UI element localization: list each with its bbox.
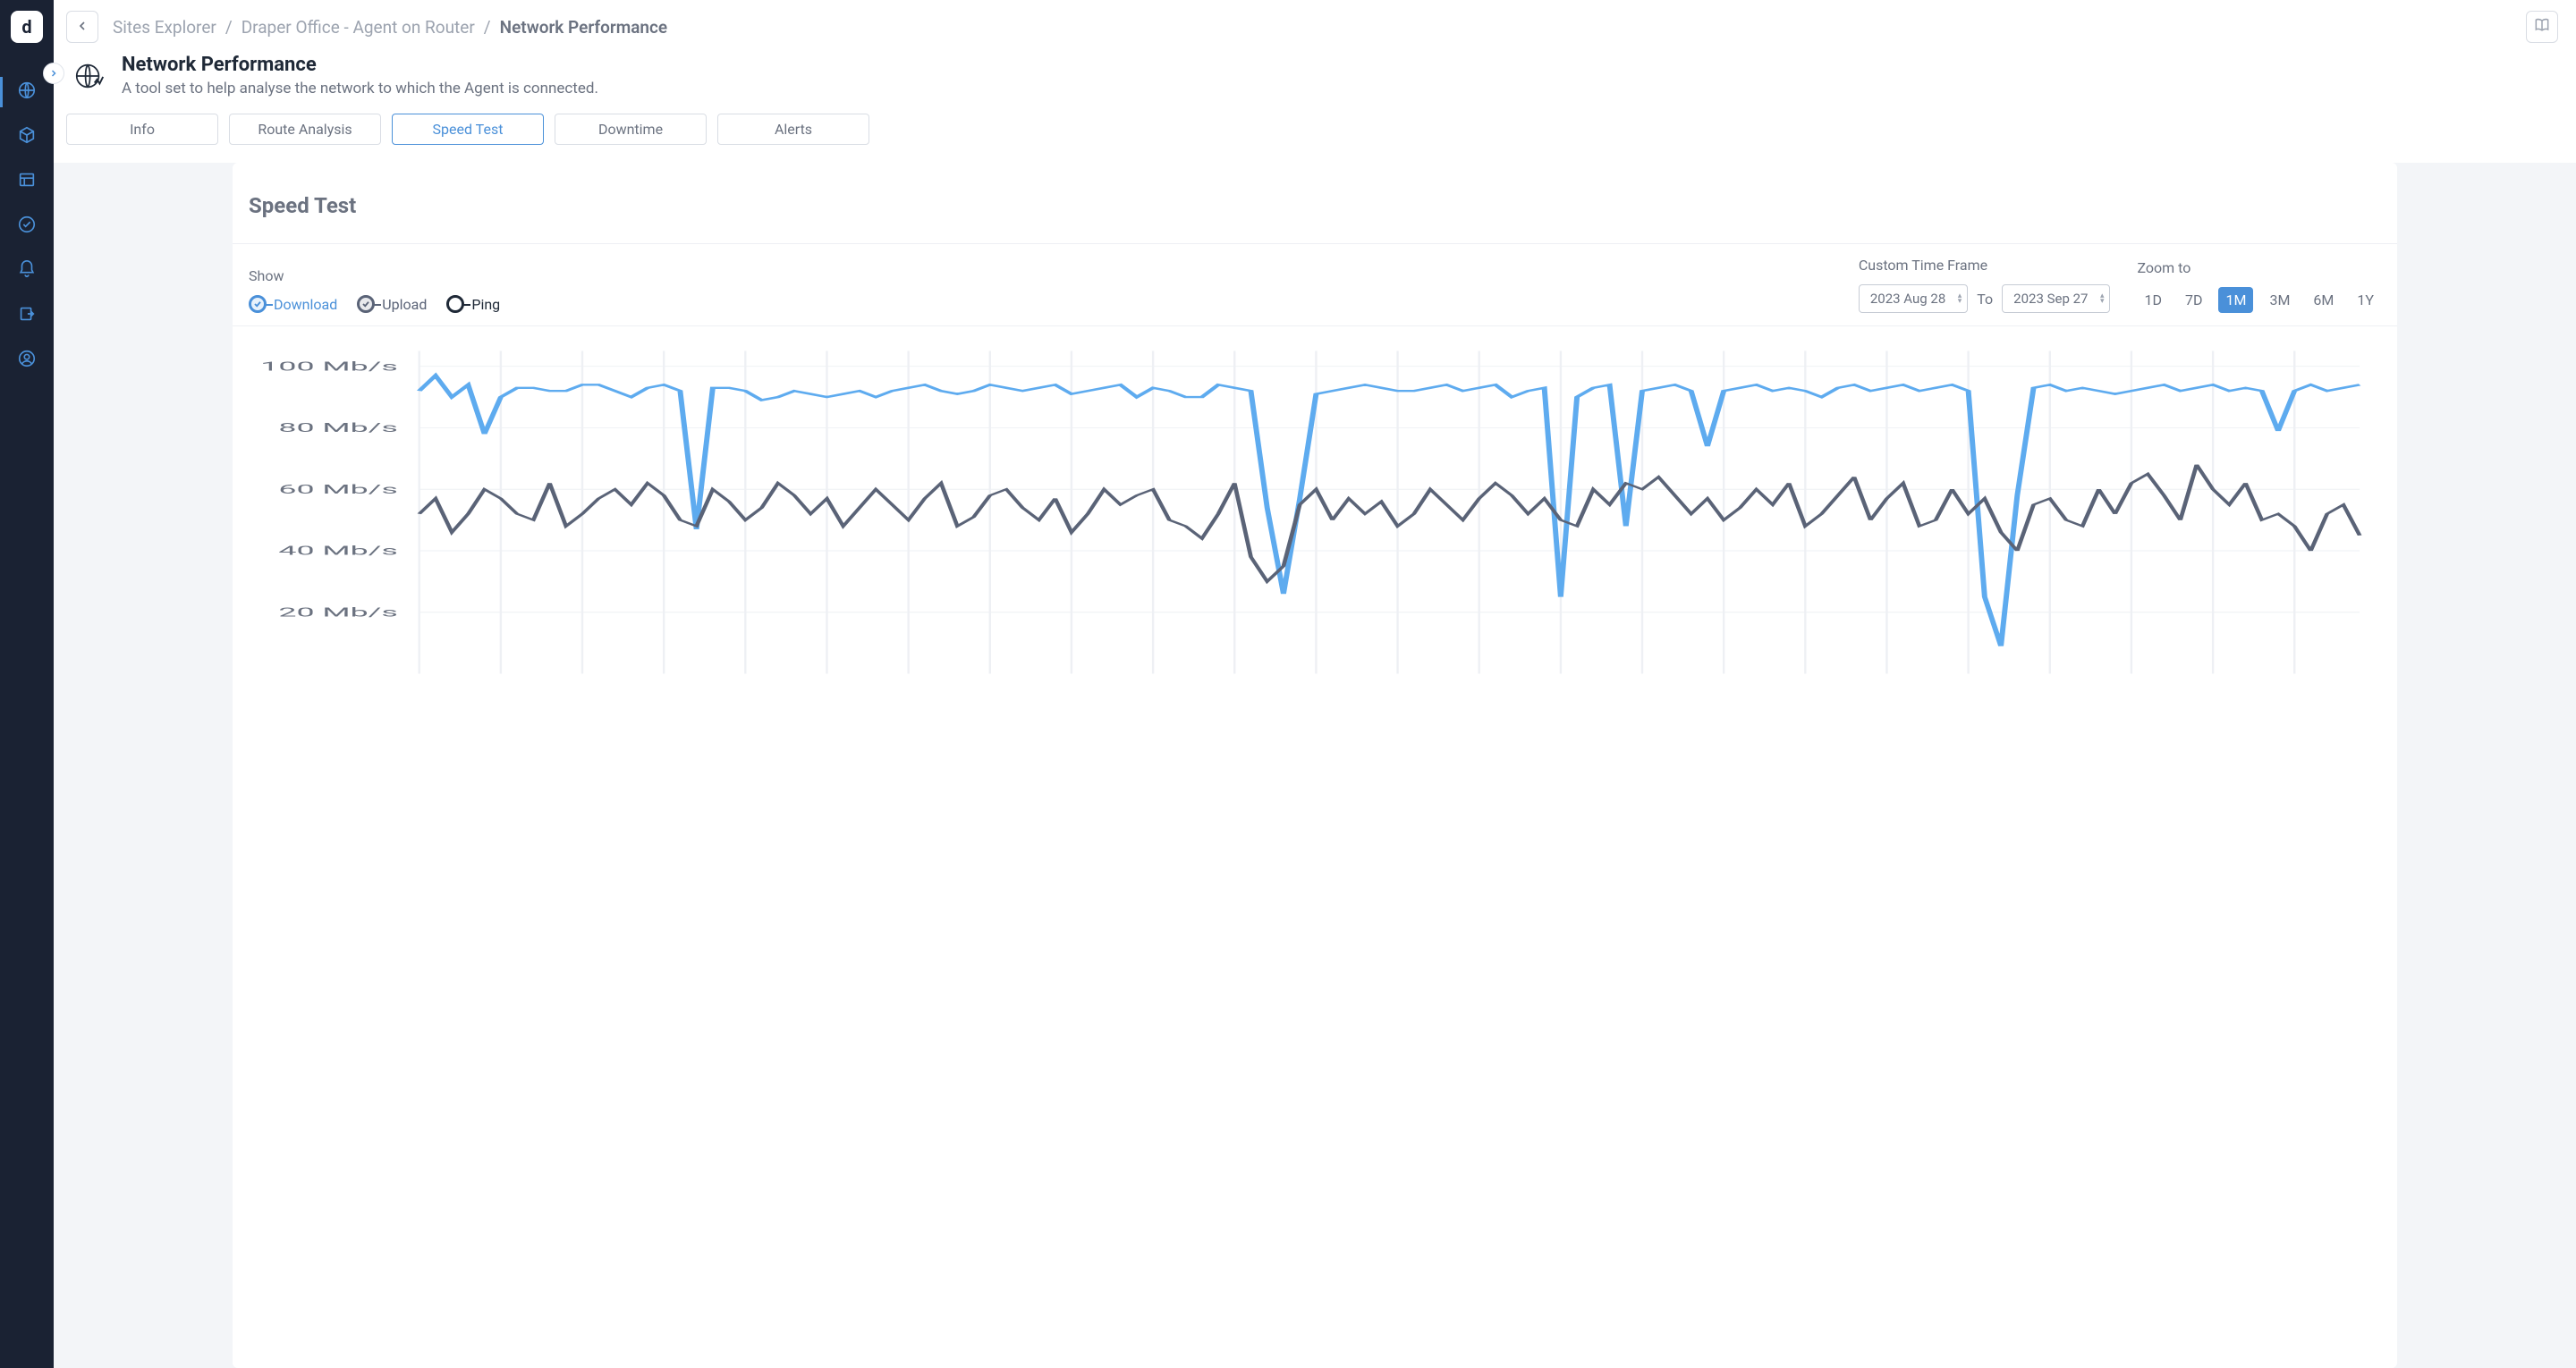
topbar: Sites Explorer / Draper Office - Agent o… (54, 0, 2576, 54)
date-from-value: 2023 Aug 28 (1870, 291, 1945, 307)
layout-icon (17, 170, 37, 193)
sidebar-item-dashboards[interactable] (0, 159, 54, 204)
svg-text:100 Mb/s: 100 Mb/s (260, 359, 398, 374)
book-icon (2533, 16, 2551, 38)
card-title: Speed Test (233, 163, 2397, 243)
legend-ping-label: Ping (471, 296, 500, 313)
legend-toggle-download[interactable]: Download (249, 295, 337, 313)
chevron-left-icon (75, 19, 89, 36)
timeframe-group: Custom Time Frame 2023 Aug 28 ▴▾ To 2023… (1859, 257, 2111, 313)
sidebar: d (0, 0, 54, 1368)
chart-area: 20 Mb/s 40 Mb/s 60 Mb/s 80 Mb/s 100 Mb/s (233, 326, 2397, 682)
speed-test-card: Speed Test Show Download (233, 163, 2397, 1368)
zoom-1y[interactable]: 1Y (2350, 287, 2381, 313)
svg-text:60 Mb/s: 60 Mb/s (278, 482, 398, 497)
tab-alerts[interactable]: Alerts (717, 114, 869, 145)
sidebar-item-integrations[interactable] (0, 293, 54, 338)
sidebar-item-alerts[interactable] (0, 249, 54, 293)
upload-swatch-icon (357, 295, 375, 313)
date-from-input[interactable]: 2023 Aug 28 ▴▾ (1859, 284, 1968, 313)
svg-text:80 Mb/s: 80 Mb/s (278, 420, 398, 435)
zoom-1m[interactable]: 1M (2218, 287, 2253, 313)
zoom-3m[interactable]: 3M (2262, 287, 2297, 313)
zoom-6m[interactable]: 6M (2306, 287, 2341, 313)
app-logo[interactable]: d (11, 11, 43, 43)
date-to-value: 2023 Sep 27 (2013, 291, 2088, 307)
network-performance-icon (72, 58, 107, 94)
content-area: Speed Test Show Download (54, 163, 2576, 1368)
main: Sites Explorer / Draper Office - Agent o… (54, 0, 2576, 1368)
legend-toggle-upload[interactable]: Upload (357, 295, 427, 313)
sidebar-item-inventory[interactable] (0, 114, 54, 159)
breadcrumb: Sites Explorer / Draper Office - Agent o… (113, 17, 667, 38)
sidebar-collapse-toggle[interactable] (43, 63, 64, 84)
help-button[interactable] (2526, 11, 2558, 43)
chart-controls: Show Download Upload (233, 243, 2397, 326)
chevron-right-icon (48, 65, 59, 82)
user-icon (17, 349, 37, 372)
legend-upload-label: Upload (382, 296, 427, 313)
zoom-group: Zoom to 1D 7D 1M 3M 6M 1Y (2137, 259, 2381, 313)
stepper-icon: ▴▾ (2100, 293, 2105, 304)
tab-speed-test[interactable]: Speed Test (392, 114, 544, 145)
date-to-input[interactable]: 2023 Sep 27 ▴▾ (2002, 284, 2110, 313)
globe-icon (17, 80, 37, 104)
timeframe-label: Custom Time Frame (1859, 257, 2111, 274)
legend-group: Show Download Upload (249, 267, 500, 313)
subnav-tabs: Info Route Analysis Speed Test Downtime … (54, 114, 2576, 163)
to-label: To (1977, 291, 1993, 308)
stepper-icon: ▴▾ (1958, 293, 1962, 304)
legend-download-label: Download (274, 296, 337, 313)
sidebar-item-monitor[interactable] (0, 204, 54, 249)
box-icon (17, 125, 37, 148)
tab-route-analysis[interactable]: Route Analysis (229, 114, 381, 145)
breadcrumb-current: Network Performance (500, 17, 668, 38)
back-button[interactable] (66, 11, 98, 43)
zoom-label: Zoom to (2137, 259, 2381, 276)
breadcrumb-site[interactable]: Draper Office - Agent on Router (242, 17, 475, 38)
export-icon (17, 304, 37, 327)
speed-test-chart[interactable]: 20 Mb/s 40 Mb/s 60 Mb/s 80 Mb/s 100 Mb/s (249, 342, 2381, 682)
page-subtitle: A tool set to help analyse the network t… (122, 80, 598, 97)
shield-check-icon (17, 215, 37, 238)
bell-icon (17, 259, 37, 283)
ping-swatch-icon (446, 295, 464, 313)
zoom-1d[interactable]: 1D (2137, 287, 2169, 313)
download-swatch-icon (249, 295, 267, 313)
zoom-7d[interactable]: 7D (2178, 287, 2210, 313)
tab-info[interactable]: Info (66, 114, 218, 145)
svg-text:40 Mb/s: 40 Mb/s (278, 544, 398, 559)
breadcrumb-root[interactable]: Sites Explorer (113, 17, 216, 38)
legend-toggle-ping[interactable]: Ping (446, 295, 500, 313)
show-label: Show (249, 267, 500, 284)
svg-text:20 Mb/s: 20 Mb/s (278, 604, 398, 620)
page-header: Network Performance A tool set to help a… (54, 54, 2576, 114)
tab-downtime[interactable]: Downtime (555, 114, 707, 145)
sidebar-item-account[interactable] (0, 338, 54, 383)
page-title: Network Performance (122, 54, 598, 76)
